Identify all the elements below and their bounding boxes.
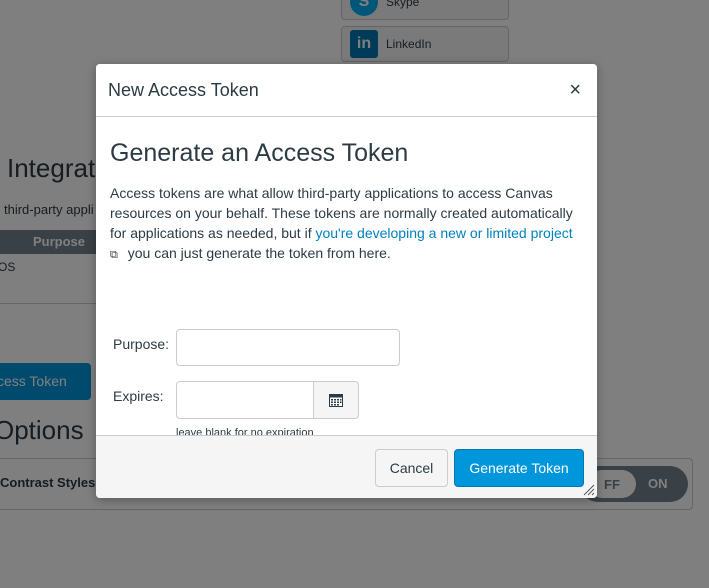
purpose-input[interactable] (176, 329, 400, 366)
resize-handle-icon[interactable] (583, 484, 595, 496)
purpose-label: Purpose: (113, 336, 170, 352)
dialog-title: New Access Token (108, 80, 259, 100)
calendar-icon (329, 393, 343, 407)
external-link-icon: ⧉ (110, 249, 118, 261)
dialog-footer: Cancel Generate Token (96, 435, 597, 498)
close-icon[interactable]: × (569, 78, 581, 102)
date-picker-button[interactable] (313, 381, 359, 419)
new-access-token-dialog: New Access Token × Generate an Access To… (96, 64, 597, 498)
cancel-button[interactable]: Cancel (375, 449, 448, 487)
generate-heading: Generate an Access Token (110, 139, 409, 167)
expires-label: Expires: (113, 388, 164, 404)
generate-token-button[interactable]: Generate Token (454, 449, 584, 487)
developing-project-link[interactable]: you're developing a new or limited proje… (315, 225, 572, 241)
dialog-body: Generate an Access Token Access tokens a… (96, 117, 597, 439)
expires-input[interactable] (176, 381, 314, 419)
description: Access tokens are what allow third-party… (110, 183, 588, 265)
dialog-header: New Access Token × (96, 64, 597, 117)
description-text-end: you can just generate the token from her… (123, 245, 391, 261)
